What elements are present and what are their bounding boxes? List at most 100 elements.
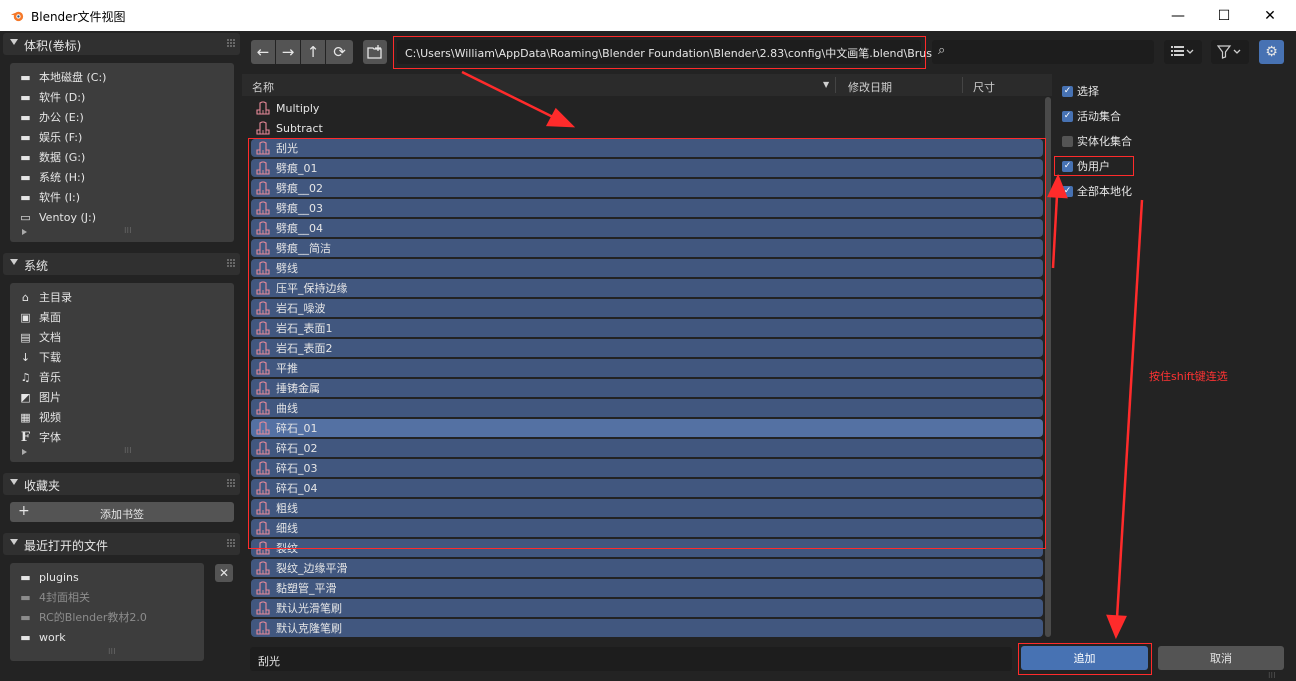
recent-item-rc-blender[interactable]: ▬ RC的Blender教材2.0 — [18, 607, 147, 627]
system-item-fonts[interactable]: F 字体 — [18, 427, 61, 447]
checkbox-icon[interactable]: ✓ — [1062, 110, 1073, 122]
cancel-button[interactable]: 取消 — [1158, 646, 1284, 670]
column-name[interactable]: 名称 — [252, 79, 274, 95]
option-checkbox[interactable]: ✓ 全部本地化 — [1062, 182, 1132, 200]
file-row[interactable]: Multiply — [251, 99, 1043, 117]
resize-handle-icon[interactable]: ⁝⁝⁝ — [108, 647, 116, 656]
file-row-name: 裂纹_边缘平滑 — [276, 562, 348, 575]
system-item-home[interactable]: ⌂ 主目录 — [18, 287, 72, 307]
refresh-button[interactable]: ⟳ — [326, 40, 353, 64]
file-row[interactable]: 黏塑管_平滑 — [251, 579, 1043, 597]
back-button[interactable]: ← — [251, 40, 275, 64]
filter-dropdown[interactable] — [1211, 40, 1249, 64]
checkbox-icon[interactable]: ✓ — [1062, 185, 1073, 197]
drag-grip-icon[interactable] — [226, 478, 236, 490]
drive-icon: ▬ — [20, 170, 31, 184]
arrow-up-icon: ↑ — [306, 43, 320, 61]
filename-text: 刮光 — [258, 655, 280, 668]
drag-grip-icon[interactable] — [226, 538, 236, 550]
parent-directory-button[interactable]: ↑ — [301, 40, 325, 64]
drive-icon: ▬ — [20, 90, 31, 104]
recent-item-cover[interactable]: ▬ 4封面相关 — [18, 587, 90, 607]
bookmarks-section-header[interactable]: 收藏夹 — [3, 473, 240, 495]
folder-icon: ▬ — [20, 610, 31, 624]
drag-grip-icon[interactable] — [226, 38, 236, 50]
expand-triangle-icon[interactable] — [22, 229, 27, 235]
filename-input[interactable]: 刮光 — [250, 647, 1012, 671]
brush-icon — [255, 601, 271, 615]
recent-item-plugins[interactable]: ▬ plugins — [18, 567, 78, 587]
column-date[interactable]: 修改日期 — [848, 79, 892, 95]
resize-handle-icon[interactable]: ⁝⁝⁝ — [124, 446, 132, 455]
search-input[interactable]: ⌕ — [932, 40, 1154, 64]
volumes-section-header[interactable]: 体积(卷标) — [3, 33, 240, 55]
recent-item-work[interactable]: ▬ work — [18, 627, 65, 647]
file-row[interactable]: Subtract — [251, 119, 1043, 137]
option-checkbox[interactable]: 实体化集合 — [1062, 132, 1132, 150]
volume-item-g[interactable]: ▬ 数据 (G:) — [18, 147, 85, 167]
clear-recent-button[interactable]: ✕ — [215, 564, 233, 582]
new-folder-icon — [367, 45, 382, 59]
maximize-button[interactable]: ☐ — [1201, 0, 1247, 31]
collapse-triangle-icon — [10, 39, 18, 45]
system-title: 系统 — [24, 259, 49, 273]
checkbox-icon[interactable] — [1062, 135, 1073, 147]
file-row[interactable]: 默认光滑笔刷 — [251, 599, 1043, 617]
system-item-documents[interactable]: ▤ 文档 — [18, 327, 61, 347]
file-row-name: Subtract — [276, 121, 323, 135]
volume-item-j[interactable]: ▭ Ventoy (J:) — [18, 207, 96, 227]
system-item-desktop[interactable]: ▣ 桌面 — [18, 307, 61, 327]
home-icon: ⌂ — [22, 290, 29, 304]
file-row-name: 黏塑管_平滑 — [276, 582, 337, 595]
volume-item-i[interactable]: ▬ 软件 (I:) — [18, 187, 80, 207]
annotation-path-box — [393, 36, 926, 69]
x-icon: ✕ — [218, 566, 230, 580]
desktop-icon: ▣ — [20, 310, 31, 324]
image-icon: ◩ — [20, 390, 31, 404]
sort-desc-icon[interactable]: ▼ — [823, 80, 829, 89]
resize-handle-icon[interactable]: ⁝⁝⁝ — [124, 226, 132, 235]
file-row[interactable]: 默认克隆笔刷 — [251, 619, 1043, 637]
option-label: 选择 — [1077, 85, 1099, 98]
option-checkbox[interactable]: ✓ 活动集合 — [1062, 107, 1121, 125]
expand-triangle-icon[interactable] — [22, 449, 27, 455]
minimize-button[interactable]: — — [1155, 0, 1201, 31]
display-mode-dropdown[interactable] — [1164, 40, 1202, 64]
annotation-selection-box — [248, 138, 1046, 549]
checkbox-icon[interactable]: ✓ — [1062, 85, 1073, 97]
filter-icon — [1217, 45, 1241, 59]
title-bar: Blender文件视图 — ☐ ✕ — [0, 0, 1296, 31]
volumes-title: 体积(卷标) — [24, 39, 82, 53]
recent-section-header[interactable]: 最近打开的文件 — [3, 533, 240, 555]
forward-button[interactable]: → — [276, 40, 300, 64]
file-row[interactable]: 裂纹_边缘平滑 — [251, 559, 1043, 577]
annotation-arrow-fakeuser — [1051, 194, 1059, 269]
add-bookmark-button[interactable]: + 添加书签 — [10, 502, 234, 522]
system-section-header[interactable]: 系统 — [3, 253, 240, 275]
annotation-fakeuser-box — [1054, 156, 1134, 176]
close-button[interactable]: ✕ — [1247, 0, 1293, 31]
resize-handle-icon[interactable]: ⁝⁝⁝ — [1268, 671, 1276, 680]
recent-panel: ▬ plugins ▬ 4封面相关 ▬ RC的Blender教材2.0 ▬ work ⁝… — [10, 563, 204, 661]
drive-icon: ▬ — [20, 190, 31, 204]
volume-item-d[interactable]: ▬ 软件 (D:) — [18, 87, 85, 107]
system-item-videos[interactable]: ▦ 视频 — [18, 407, 61, 427]
new-folder-button[interactable] — [363, 40, 387, 64]
volume-item-h[interactable]: ▬ 系统 (H:) — [18, 167, 85, 187]
volume-item-c[interactable]: ▬ 本地磁盘 (C:) — [18, 67, 106, 87]
settings-button[interactable]: ⚙ — [1259, 40, 1284, 64]
volume-item-f[interactable]: ▬ 娱乐 (F:) — [18, 127, 82, 147]
arrow-left-icon: ← — [256, 43, 270, 61]
brush-icon — [255, 621, 271, 635]
column-size[interactable]: 尺寸 — [973, 79, 995, 95]
system-item-pictures[interactable]: ◩ 图片 — [18, 387, 61, 407]
option-label: 实体化集合 — [1077, 135, 1132, 148]
annotation-arrow-append — [1115, 199, 1144, 619]
option-checkbox[interactable]: ✓ 选择 — [1062, 82, 1099, 100]
file-row-name: Multiply — [276, 101, 320, 115]
system-item-downloads[interactable]: ↓ 下载 — [18, 347, 61, 367]
volume-item-e[interactable]: ▬ 办公 (E:) — [18, 107, 83, 127]
drag-grip-icon[interactable] — [226, 258, 236, 270]
gear-icon: ⚙ — [1265, 44, 1278, 60]
system-item-music[interactable]: ♫ 音乐 — [18, 367, 61, 387]
